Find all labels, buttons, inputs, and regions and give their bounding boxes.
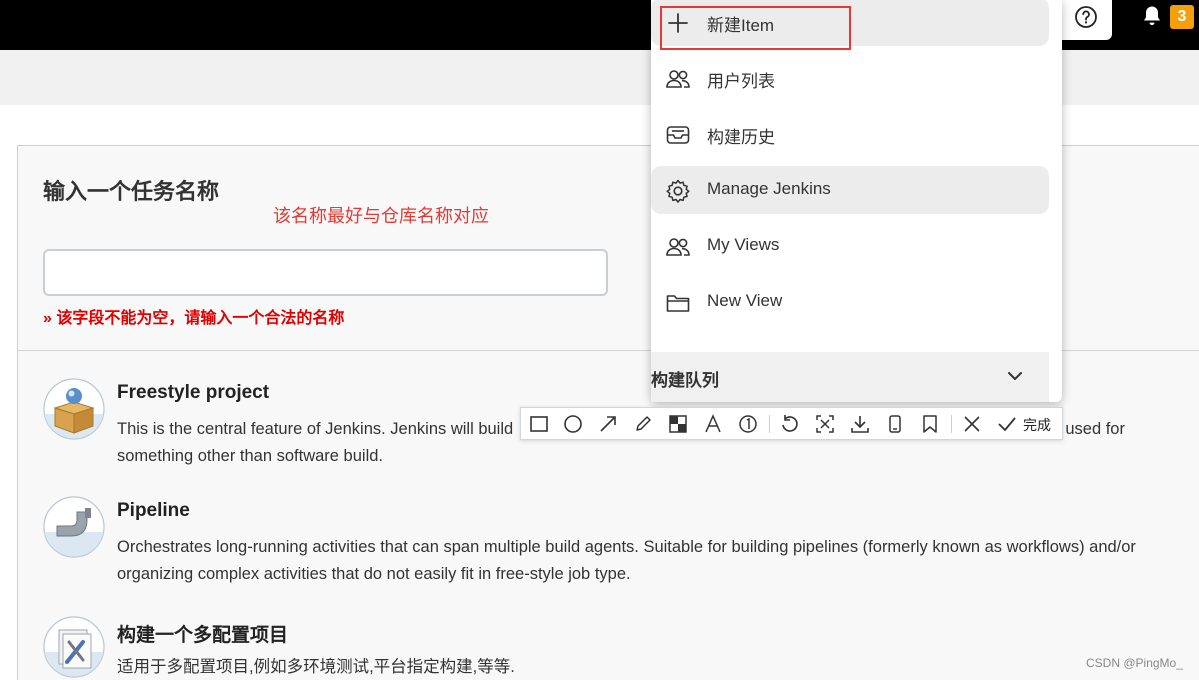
arrow-icon[interactable] [598,414,618,434]
undo-icon[interactable] [780,414,800,434]
menu-item-new-view[interactable]: New View [651,278,1049,326]
job-type-multi-config[interactable]: 构建一个多配置项目 适用于多配置项目,例如多环境测试,平台指定构建,等等. [43,616,1183,680]
menu-item-label: 构建历史 [707,128,775,147]
help-button[interactable] [1060,0,1112,40]
number-icon[interactable] [738,414,758,434]
pin-icon[interactable] [885,414,905,434]
page-title: 输入一个任务名称 [43,179,220,204]
check-icon[interactable] [997,414,1017,434]
job-description-part: something other than software build. [117,447,383,465]
freestyle-box-icon [43,378,105,440]
menu-item-label: New View [707,291,783,310]
build-queue-label: 构建队列 [651,371,719,390]
download-icon[interactable] [850,414,870,434]
done-button-label[interactable]: 完成 [1023,415,1051,435]
toolbar-separator [951,415,952,433]
menu-item-my-views[interactable]: My Views [651,222,1049,270]
build-queue-header[interactable]: 构建队列 [651,352,1049,402]
text-icon[interactable] [703,414,723,434]
name-error-message: » 该字段不能为空，请输入一个合法的名称 [43,310,345,327]
dashboard-dropdown-menu: 新建Item 用户列表 构建历史 Manage Jenkins My Views… [651,0,1062,402]
bell-icon[interactable] [1140,4,1164,28]
toolbar-separator [769,415,770,433]
job-type-pipeline[interactable]: Pipeline Orchestrates long-running activ… [43,496,1183,588]
job-description-part: This is the central feature of Jenkins. … [117,420,514,438]
menu-item-label: Manage Jenkins [707,179,831,198]
ellipse-icon[interactable] [563,414,583,434]
users-icon [666,70,690,88]
job-title: Pipeline [117,500,190,521]
close-icon[interactable] [962,414,982,434]
tools-icon [43,616,105,678]
menu-item-build-history[interactable]: 构建历史 [651,110,1049,158]
menu-item-label: 用户列表 [707,72,775,91]
folder-icon [666,295,690,312]
mosaic-icon[interactable] [668,414,688,434]
inbox-icon [666,126,690,144]
bookmark-icon[interactable] [920,414,940,434]
job-description: Orchestrates long-running activities tha… [117,538,1136,583]
question-circle-icon [1075,6,1097,28]
item-name-input[interactable] [43,249,608,296]
menu-item-manage-jenkins[interactable]: Manage Jenkins [651,166,1049,214]
job-title: 构建一个多配置项目 [117,625,289,646]
ocr-icon[interactable] [815,414,835,434]
chevron-down-icon [1008,372,1022,380]
name-hint-annotation: 该名称最好与仓库名称对应 [273,206,489,226]
job-description: 适用于多配置项目,例如多环境测试,平台指定构建,等等. [117,658,515,676]
pipe-icon [43,496,105,558]
users-icon [666,238,690,256]
menu-item-users[interactable]: 用户列表 [651,54,1049,102]
highlight-annotation-box [660,6,851,50]
notification-badge[interactable]: 3 [1170,5,1194,29]
job-title: Freestyle project [117,382,270,403]
watermark: CSDN @PingMo_ [1086,656,1183,670]
menu-item-label: My Views [707,235,780,254]
gear-icon [666,179,690,203]
rectangle-icon[interactable] [529,414,549,434]
pen-icon[interactable] [633,414,653,434]
screenshot-toolbar: 完成 [520,407,1063,440]
